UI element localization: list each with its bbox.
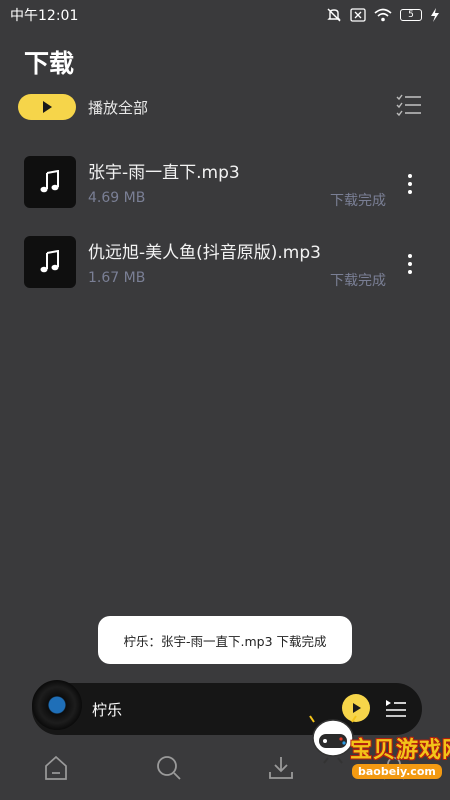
toast-message: 柠乐：张宇-雨一直下.mp3 下载完成: [98, 616, 352, 664]
more-vertical-icon[interactable]: [400, 172, 420, 196]
status-bar: 中午12:01 5: [0, 0, 450, 30]
watermark-text: 宝贝游戏网: [350, 738, 450, 763]
charging-icon: [431, 8, 439, 22]
song-title: 仇远旭-美人鱼(抖音原版).mp3: [88, 243, 321, 263]
song-cover: [24, 156, 76, 208]
more-vertical-icon[interactable]: [400, 252, 420, 276]
page-title: 下载: [24, 49, 75, 78]
no-sim-icon: [350, 8, 366, 22]
album-disc[interactable]: [32, 680, 82, 730]
watermark: 宝贝游戏网 baobeiy.com: [290, 710, 450, 790]
song-size: 1.67 MB: [88, 270, 146, 286]
wifi-icon: [374, 8, 392, 22]
list-item[interactable]: 张宇-雨一直下.mp3 4.69 MB 下载完成: [0, 156, 450, 220]
mute-icon: [327, 8, 341, 22]
song-size: 4.69 MB: [88, 190, 146, 206]
play-all-label[interactable]: 播放全部: [88, 97, 148, 118]
download-status: 下载完成: [330, 193, 386, 209]
music-note-icon: [40, 250, 59, 273]
status-icons: 5: [326, 7, 440, 23]
list-item[interactable]: 仇远旭-美人鱼(抖音原版).mp3 1.67 MB 下载完成: [0, 236, 450, 300]
download-status: 下载完成: [330, 273, 386, 289]
home-icon[interactable]: [44, 755, 68, 781]
search-icon[interactable]: [156, 755, 182, 781]
checklist-icon[interactable]: [396, 94, 422, 118]
play-icon: [43, 101, 52, 113]
song-title: 张宇-雨一直下.mp3: [88, 163, 240, 183]
status-time: 中午12:01: [10, 8, 79, 24]
battery-icon: 5: [400, 9, 422, 21]
watermark-url: baobeiy.com: [352, 764, 442, 779]
song-cover: [24, 236, 76, 288]
mini-player-title[interactable]: 柠乐: [92, 699, 122, 720]
music-note-icon: [40, 170, 59, 193]
play-all-button[interactable]: [18, 94, 76, 120]
